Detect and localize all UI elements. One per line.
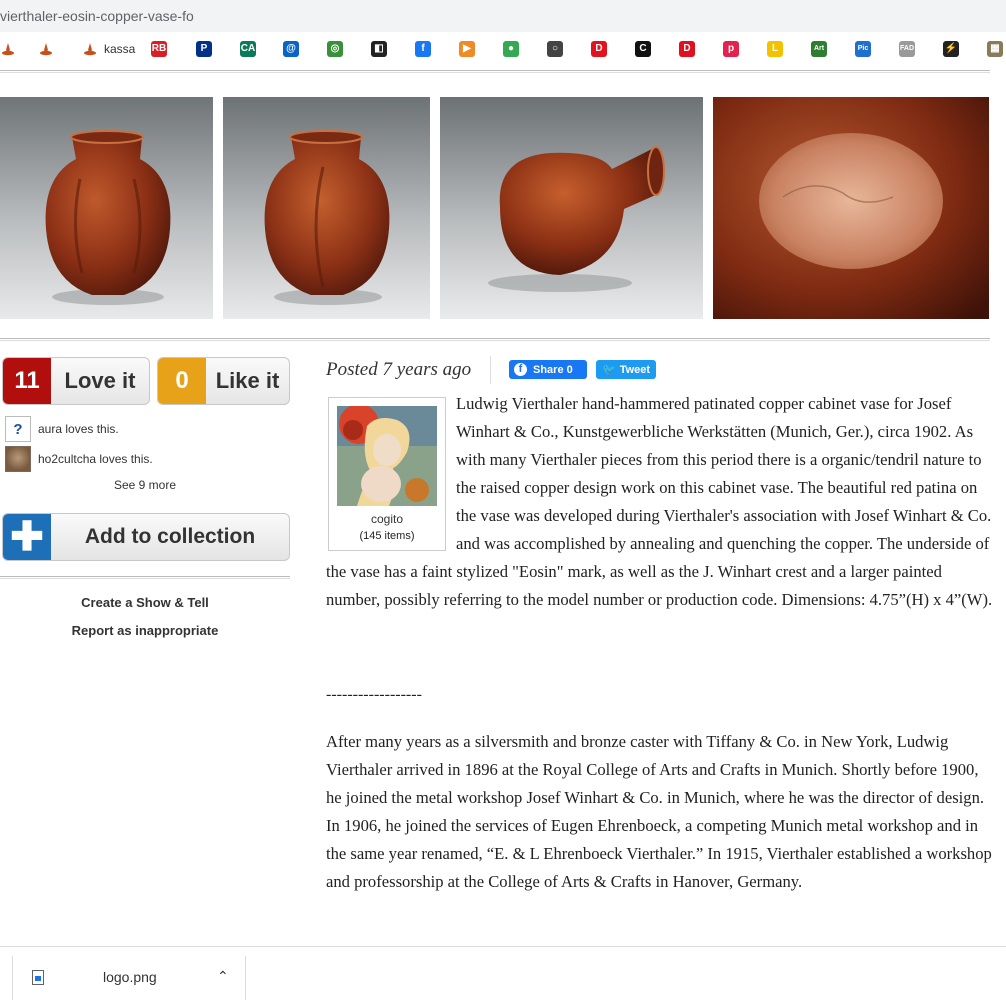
bookmark-1[interactable]	[0, 40, 16, 58]
facebook-share-button[interactable]: f Share 0	[509, 360, 587, 379]
chevron-up-icon[interactable]: ⌃	[217, 968, 229, 985]
vase-photo-side[interactable]	[440, 97, 703, 319]
add-to-collection-button[interactable]: ✚ Add to collection	[2, 513, 290, 561]
bio-text: After many years as a silversmith and br…	[326, 732, 992, 891]
post-bio: After many years as a silversmith and br…	[326, 728, 996, 896]
report-link[interactable]: Report as inappropriate	[0, 623, 290, 638]
posted-date: Posted 7 years ago	[326, 359, 471, 381]
bookmark-2[interactable]	[38, 40, 54, 58]
posted-prefix: Posted	[326, 359, 383, 380]
bookmark-l[interactable]: L	[767, 40, 783, 58]
bookmark-pic[interactable]: Pic	[855, 40, 871, 58]
tweet-button[interactable]: 🐦 Tweet	[596, 360, 656, 379]
see-more-link[interactable]: See 9 more	[0, 478, 290, 492]
sidebar-divider	[0, 576, 290, 579]
download-file-name: logo.png	[103, 969, 157, 985]
create-show-tell-link[interactable]: Create a Show & Tell	[0, 595, 290, 610]
post-description: Ludwig Vierthaler hand-hammered patinate…	[326, 390, 998, 614]
bookmark-art[interactable]: Art	[811, 40, 827, 58]
share-label: Share 0	[533, 363, 573, 376]
d-logo-icon: D	[591, 41, 607, 57]
bookmark-globe[interactable]: ◎	[327, 40, 343, 58]
circle-icon: ○	[547, 41, 563, 57]
face-avatar[interactable]	[5, 446, 31, 472]
image-file-icon	[32, 970, 44, 985]
love-count: 11	[3, 358, 51, 404]
love-it-label: Love it	[64, 368, 136, 393]
tweet-label: Tweet	[619, 363, 651, 376]
posted-ago: 7 years ago	[382, 359, 472, 380]
text-divider: ------------------	[326, 686, 422, 703]
content-divider	[0, 338, 990, 341]
bookmark-kassa-label: kassa	[104, 42, 136, 56]
globe-icon: ◎	[327, 41, 343, 57]
map-pin-icon: ●	[503, 41, 519, 57]
pen-nib-icon	[0, 41, 16, 57]
lover-ho2cultcha[interactable]: ho2cultcha loves this.	[5, 446, 153, 472]
pic-logo-icon: Pic	[855, 41, 871, 57]
downloads-bar: logo.png ⌃	[0, 946, 1006, 1006]
square-logo-icon: ◧	[371, 41, 387, 57]
at-sign-icon: @	[283, 41, 299, 57]
bookmark-credit-agricole[interactable]: CA	[240, 40, 256, 58]
add-to-collection-label: Add to collection	[84, 525, 256, 548]
vase-photo-angle[interactable]	[223, 97, 430, 319]
p-logo-icon: p	[723, 41, 739, 57]
pen-nib-icon	[82, 41, 98, 57]
bookmark-rb[interactable]: RB	[151, 40, 167, 58]
lover-aura-text: aura loves this.	[38, 422, 119, 436]
credit-agricole-icon: CA	[240, 41, 256, 57]
bookmark-kassa[interactable]: kassa	[82, 40, 135, 58]
like-count: 0	[158, 358, 206, 404]
lover-aura[interactable]: ? aura loves this.	[5, 416, 119, 442]
art-logo-icon: Art	[811, 41, 827, 57]
header-divider	[0, 70, 990, 73]
c-logo-icon: C	[635, 41, 651, 57]
bookmark-c[interactable]: C	[635, 40, 651, 58]
bookmark-photo[interactable]: ▦	[987, 40, 1003, 58]
bookmark-dark[interactable]: ◧	[371, 40, 387, 58]
url-text: vierthaler-eosin-copper-vase-fo	[0, 8, 194, 24]
fad-logo-icon: FAD	[899, 41, 915, 57]
bookmark-orange[interactable]: ▶	[459, 40, 475, 58]
video-icon: ▶	[459, 41, 475, 57]
love-it-button[interactable]: 11 Love it	[2, 357, 150, 405]
paypal-icon: P	[196, 41, 212, 57]
pen-nib-icon	[38, 41, 54, 57]
lightning-icon: ⚡	[943, 41, 959, 57]
facebook-icon: f	[514, 363, 527, 376]
download-item[interactable]: logo.png ⌃	[12, 956, 246, 1000]
like-it-label: Like it	[215, 368, 280, 393]
photo-icon: ▦	[987, 41, 1003, 57]
bookmark-fad[interactable]: FAD	[899, 40, 915, 58]
bookmark-facebook[interactable]: f	[415, 40, 431, 58]
question-mark-avatar[interactable]: ?	[5, 416, 31, 442]
twitter-bird-icon: 🐦	[602, 364, 616, 376]
bookmark-red-d[interactable]: D	[679, 40, 695, 58]
bookmark-at[interactable]: @	[283, 40, 299, 58]
like-it-button[interactable]: 0 Like it	[157, 357, 290, 405]
bookmarks-bar: kassa RB P CA @ ◎ ◧ f ▶ ● ○ D C Dp L Art Pic FAD ⚡ ▦	[0, 32, 1006, 66]
bookmark-paypal[interactable]: P	[196, 40, 212, 58]
bookmark-d[interactable]: D	[591, 40, 607, 58]
bookmark-circle[interactable]: ○	[547, 40, 563, 58]
facebook-icon: f	[415, 41, 431, 57]
bookmark-p[interactable]: p	[723, 40, 739, 58]
plus-icon: ✚	[3, 514, 51, 560]
bookmark-lightning[interactable]: ⚡	[943, 40, 959, 58]
share-separator	[490, 356, 491, 384]
lover-ho2cultcha-text: ho2cultcha loves this.	[38, 452, 153, 466]
address-bar[interactable]: vierthaler-eosin-copper-vase-fo	[0, 0, 1006, 32]
rb-icon: RB	[151, 41, 167, 57]
bookmark-maps[interactable]: ●	[503, 40, 519, 58]
d-shape-icon: D	[679, 41, 695, 57]
vase-photo-underside[interactable]	[713, 97, 989, 319]
l-logo-icon: L	[767, 41, 783, 57]
vase-photo-front[interactable]	[0, 97, 213, 319]
